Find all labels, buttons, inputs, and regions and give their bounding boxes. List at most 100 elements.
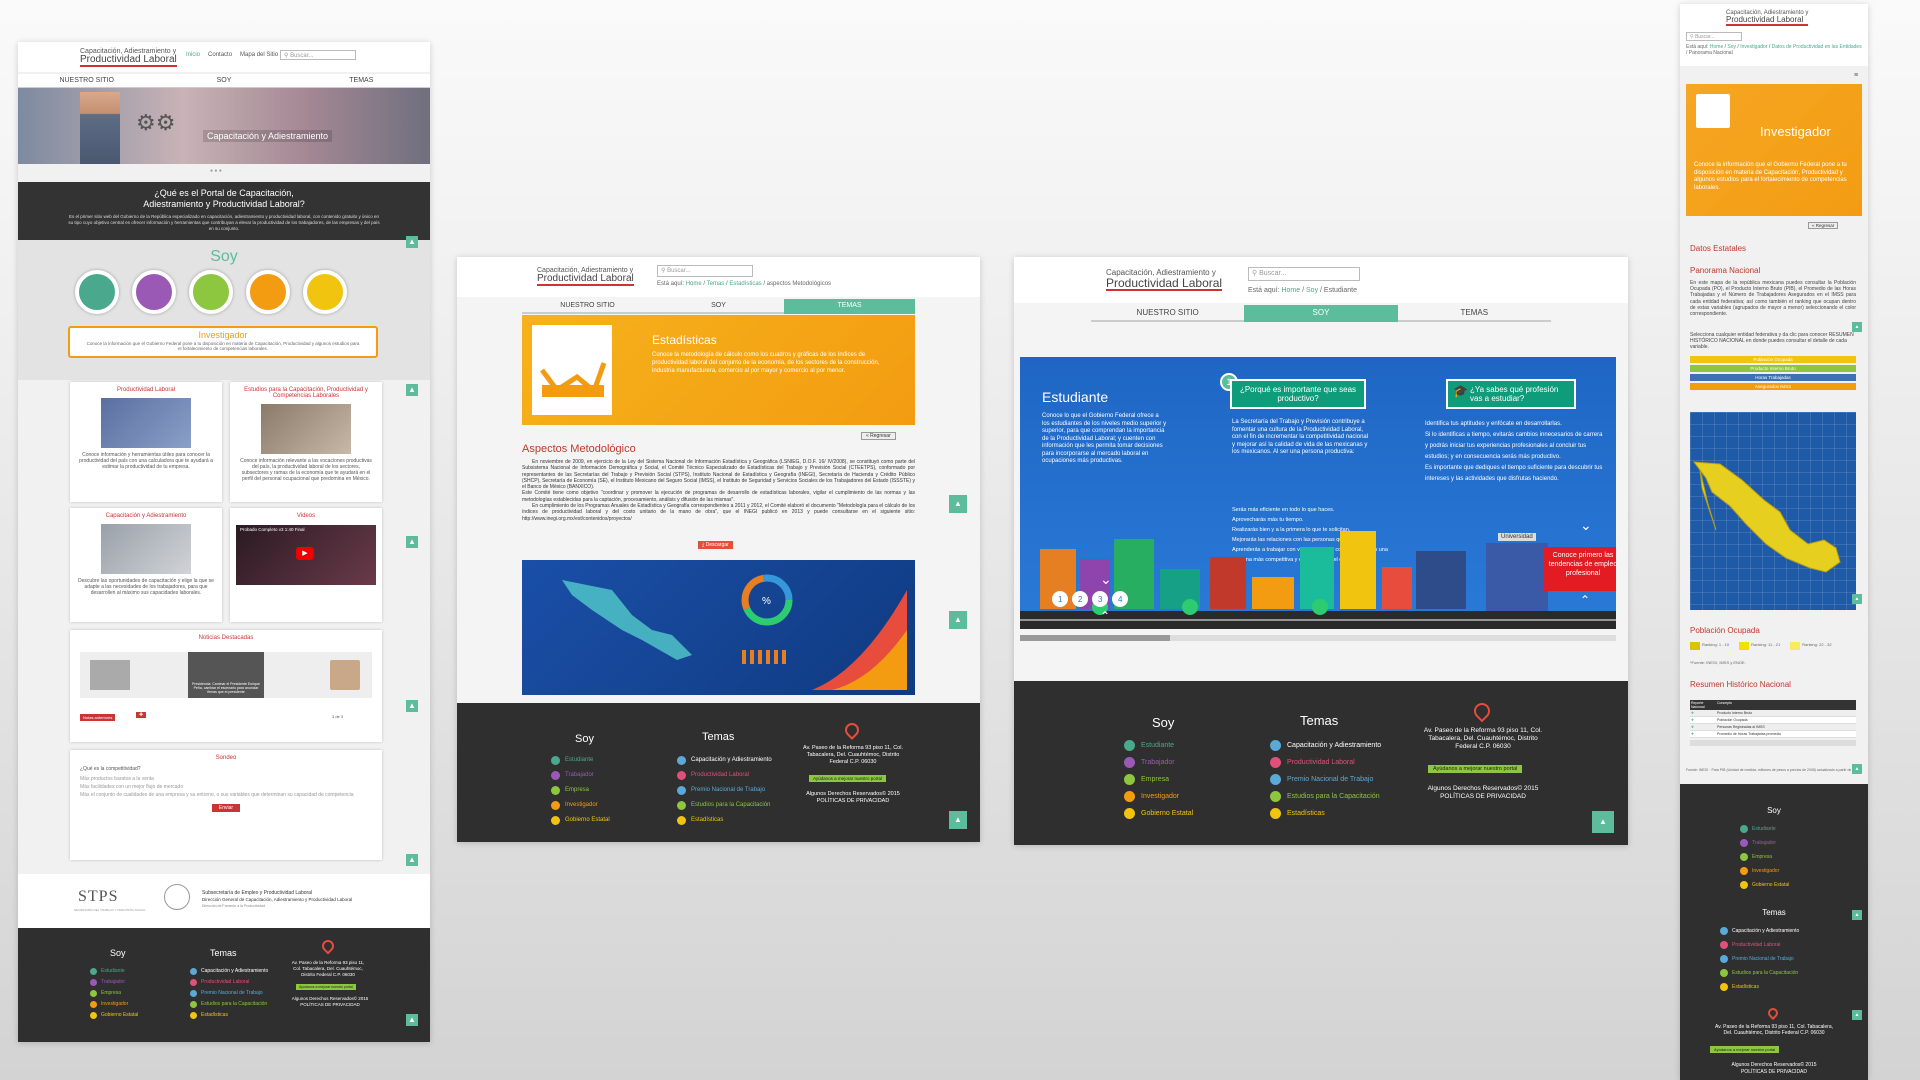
card-videos[interactable]: Videos Probado Completo v3 1:40 Final ▶ [230, 508, 382, 622]
privacy-link[interactable]: POLÍTICAS DE PRIVACIDAD [290, 1002, 370, 1007]
regresar-button[interactable]: « Regresar [1808, 222, 1839, 229]
horizontal-scrollbar[interactable] [1020, 635, 1616, 641]
footer-temas-item[interactable]: Premio Nacional de Trabajo [1270, 771, 1381, 788]
footer-temas-item[interactable]: Productividad Laboral [1720, 938, 1799, 952]
table-row[interactable]: ✚ Producto Interno Bruto [1690, 710, 1856, 717]
tab-nuestro-sitio[interactable]: NUESTRO SITIO [522, 299, 653, 314]
footer-temas-item[interactable]: Premio Nacional de Trabajo [190, 988, 268, 999]
improve-portal-button[interactable]: Ayúdanos a mejorar nuestro portal [296, 984, 356, 990]
footer-soy-item[interactable]: Estudiante [551, 753, 610, 768]
play-icon[interactable]: ▶ [296, 547, 314, 560]
mexico-states-map[interactable] [1690, 412, 1856, 610]
footer-soy-item[interactable]: Gobierno Estatal [1740, 878, 1789, 892]
table-row[interactable]: ✚ Población Ocupada [1690, 717, 1856, 724]
tab-soy[interactable]: SOY [1244, 305, 1398, 322]
table-pagination[interactable] [1690, 740, 1856, 746]
card-productividad[interactable]: Productividad Laboral Conoce información… [70, 382, 222, 502]
footer-soy-item[interactable]: Investigador [1124, 788, 1193, 805]
breadcrumb-link[interactable]: Temas [707, 281, 725, 287]
chevron-down-icon[interactable]: ⌄ [1580, 517, 1592, 534]
soy-gobierno-icon[interactable] [303, 270, 347, 314]
survey-option[interactable]: Más facilidades con un mejor flujo de me… [80, 784, 372, 790]
breadcrumb-link[interactable]: Estadísticas [729, 281, 761, 287]
scroll-top-button[interactable]: ▲ [406, 536, 418, 548]
scroll-top-button[interactable]: ▲ [406, 700, 418, 712]
privacy-link[interactable]: POLÍTICAS DE PRIVACIDAD [1714, 1069, 1834, 1075]
soy-trabajador-icon[interactable] [132, 270, 176, 314]
footer-soy-item[interactable]: Trabajador [1740, 836, 1789, 850]
cta-box[interactable]: Conoce primero las tendencias de empleo … [1544, 547, 1616, 591]
privacy-link[interactable]: POLÍTICAS DE PRIVACIDAD [1422, 793, 1544, 800]
footer-temas-item[interactable]: Estudios para la Capacitación [1270, 788, 1381, 805]
privacy-link[interactable]: POLÍTICAS DE PRIVACIDAD [803, 798, 903, 804]
footer-soy-item[interactable]: Estudiante [1124, 737, 1193, 754]
chevron-up-icon[interactable]: ⌃ [1100, 609, 1110, 623]
footer-temas-item[interactable]: Productividad Laboral [190, 977, 268, 988]
scroll-top-button[interactable]: ▲ [406, 1014, 418, 1026]
news-slider[interactable]: Presidencia: Caminar el Presidente Enriq… [80, 652, 372, 698]
footer-temas-item[interactable]: Premio Nacional de Trabajo [677, 783, 772, 798]
hamburger-menu-icon[interactable]: ≡ [1854, 72, 1858, 79]
scroll-top-button[interactable]: ▲ [406, 384, 418, 396]
search-input[interactable]: ⚲ Buscar... [280, 50, 356, 60]
tab-nuestro-sitio[interactable]: NUESTRO SITIO [18, 74, 156, 89]
footer-temas-item[interactable]: Capacitación y Adiestramiento [190, 966, 268, 977]
soy-investigador-icon[interactable] [246, 270, 290, 314]
search-input[interactable]: ⚲ Buscar... [657, 265, 753, 277]
breadcrumb-link[interactable]: Home [1281, 287, 1300, 294]
tab-soy[interactable]: SOY [653, 299, 784, 314]
footer-temas-item[interactable]: Premio Nacional de Trabajo [1720, 952, 1799, 966]
breadcrumb-link[interactable]: Datos de Productividad en las Entidades [1772, 44, 1862, 50]
footer-temas-item[interactable]: Estudios para la Capacitación [677, 798, 772, 813]
search-input[interactable]: ⚲ Buscar... [1686, 32, 1742, 41]
tab-nuestro-sitio[interactable]: NUESTRO SITIO [1091, 305, 1245, 322]
breadcrumb-link[interactable]: Home [686, 281, 702, 287]
footer-soy-item[interactable]: Gobierno Estatal [90, 1010, 138, 1021]
nav-contacto[interactable]: Contacto [208, 52, 232, 58]
scroll-top-button[interactable]: ▲ [406, 236, 418, 248]
news-prev-icon[interactable]: ✚ [136, 712, 147, 718]
var-button[interactable]: Asegurados IMSS [1690, 383, 1856, 390]
nav-inicio[interactable]: Inicio [186, 52, 200, 58]
survey-option[interactable]: Más el conjunto de cualidades de una emp… [80, 792, 372, 798]
var-button[interactable]: Horas Trabajadas [1690, 374, 1856, 381]
survey-option[interactable]: Más productos baratos a la venta [80, 776, 372, 782]
scroll-top-button[interactable]: ▲ [949, 611, 967, 629]
footer-temas-item[interactable]: Estudios para la Capacitación [1720, 966, 1799, 980]
footer-soy-item[interactable]: Trabajador [1124, 754, 1193, 771]
footer-soy-item[interactable]: Investigador [551, 798, 610, 813]
soy-empresa-icon[interactable] [189, 270, 233, 314]
table-row[interactable]: ✚ Personas Registradas al IMSS [1690, 724, 1856, 731]
footer-soy-item[interactable]: Trabajador [90, 977, 138, 988]
site-logo[interactable]: Capacitación, Adiestramiento y Productiv… [537, 267, 634, 286]
footer-soy-item[interactable]: Empresa [90, 988, 138, 999]
chevron-up-icon[interactable]: ⌃ [1580, 593, 1590, 607]
scroll-top-button[interactable]: ▲ [1592, 811, 1614, 833]
scroll-top-button[interactable]: ▲ [1852, 910, 1862, 920]
footer-temas-item[interactable]: Estadísticas [677, 813, 772, 828]
scroll-top-button[interactable]: ▲ [949, 495, 967, 513]
footer-temas-item[interactable]: Estadísticas [1720, 980, 1799, 994]
footer-soy-item[interactable]: Gobierno Estatal [1124, 805, 1193, 822]
scroll-top-button[interactable]: ▲ [1852, 594, 1862, 604]
scroll-top-button[interactable]: ▲ [1852, 322, 1862, 332]
var-button[interactable]: Producto Interno Bruto [1690, 365, 1856, 372]
footer-soy-item[interactable]: Empresa [1740, 850, 1789, 864]
breadcrumb-link[interactable]: Investigador [1740, 44, 1767, 50]
site-logo[interactable]: Capacitación, Adiestramiento y Productiv… [80, 48, 177, 67]
card-estudios[interactable]: Estudios para la Capacitación, Productiv… [230, 382, 382, 502]
video-player[interactable]: Probado Completo v3 1:40 Final ▶ [236, 525, 376, 585]
tab-soy[interactable]: SOY [155, 74, 293, 89]
footer-temas-item[interactable]: Estudios para la Capacitación [190, 999, 268, 1010]
scroll-top-button[interactable]: ▲ [1852, 1010, 1862, 1020]
tab-temas[interactable]: TEMAS [1397, 305, 1551, 322]
footer-temas-item[interactable]: Capacitación y Adiestramiento [1270, 737, 1381, 754]
var-button[interactable]: Población Ocupada [1690, 356, 1856, 363]
footer-soy-item[interactable]: Empresa [1124, 771, 1193, 788]
footer-temas-item[interactable]: Productividad Laboral [1270, 754, 1381, 771]
footer-soy-item[interactable]: Investigador [90, 999, 138, 1010]
footer-temas-item[interactable]: Capacitación y Adiestramiento [677, 753, 772, 768]
footer-soy-item[interactable]: Gobierno Estatal [551, 813, 610, 828]
tab-temas[interactable]: TEMAS [292, 74, 430, 89]
footer-soy-item[interactable]: Empresa [551, 783, 610, 798]
